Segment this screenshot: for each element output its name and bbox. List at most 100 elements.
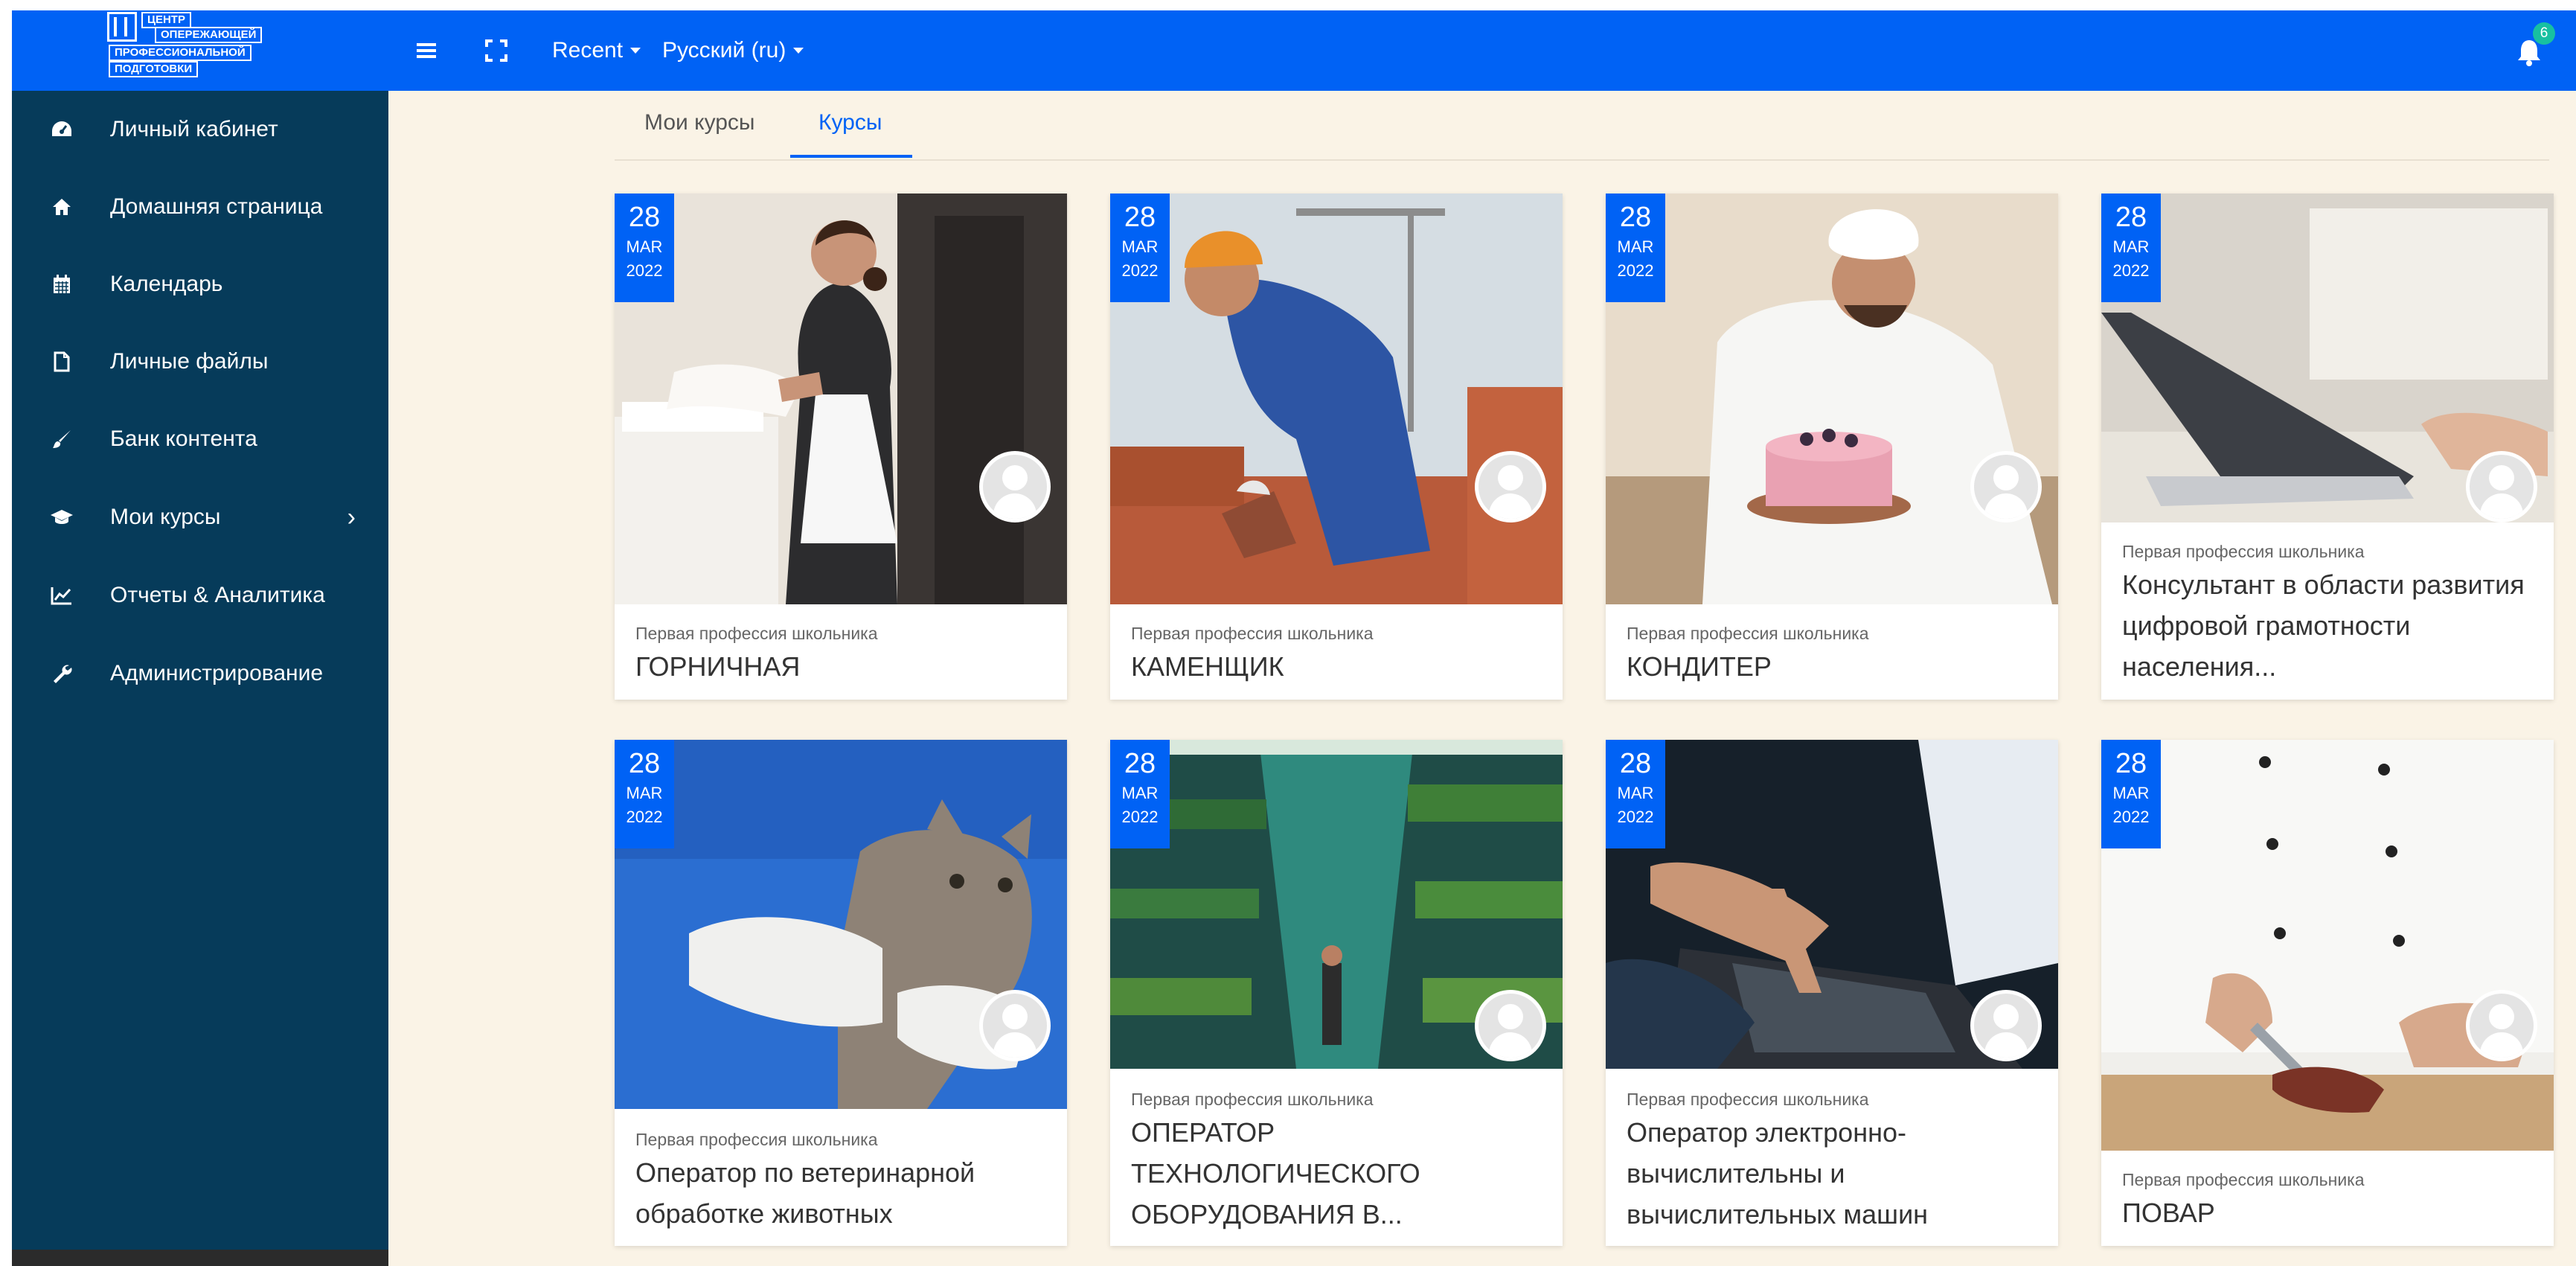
course-category: Первая профессия школьника: [635, 1130, 878, 1149]
tab-my-courses[interactable]: Мои курсы: [644, 110, 754, 135]
date-day: 28: [2115, 748, 2147, 779]
maid-photo[interactable]: [615, 194, 1067, 604]
user-icon: [1993, 1004, 2019, 1029]
course-category: Первая профессия школьника: [635, 624, 878, 643]
date-day: 28: [1124, 748, 1156, 779]
course-title[interactable]: Консультант в области развития цифровой …: [2122, 564, 2539, 687]
date-day: 28: [2115, 202, 2147, 233]
main-content: Мои курсы Курсы 28 MAR 2022 Первая профе…: [388, 91, 2576, 1266]
course-category: Первая профессия школьника: [1131, 624, 1374, 643]
fullscreen-button[interactable]: [485, 30, 518, 71]
course-card[interactable]: 28 MAR 2022 Первая профессия школьника К…: [2101, 194, 2554, 700]
sidebar-item-content-bank[interactable]: Банк контента: [12, 406, 388, 473]
calendar-icon: [49, 272, 74, 297]
course-card[interactable]: 28 MAR 2022 Первая профессия школьника Г…: [615, 194, 1067, 700]
course-card[interactable]: 28 MAR 2022 Первая профессия школьника К…: [1110, 194, 1563, 700]
menu-toggle-button[interactable]: [414, 30, 443, 71]
dashboard-icon: [49, 117, 74, 142]
tab-courses[interactable]: Курсы: [818, 110, 882, 135]
sidebar-item-label: Календарь: [110, 272, 223, 296]
course-title[interactable]: Оператор по ветеринарной обработке живот…: [635, 1152, 1052, 1234]
date-year: 2022: [2112, 261, 2150, 280]
teacher-avatar[interactable]: [979, 451, 1051, 522]
teacher-avatar[interactable]: [1475, 990, 1546, 1061]
teacher-avatar[interactable]: [1475, 451, 1546, 522]
fullscreen-icon: [485, 39, 507, 62]
active-tab-indicator: [790, 155, 912, 158]
wrench-icon: [49, 661, 74, 686]
date-day: 28: [1619, 202, 1652, 233]
course-card[interactable]: 28 MAR 2022 Первая профессия школьника О…: [615, 740, 1067, 1246]
caret-down-icon: [630, 48, 641, 54]
date-year: 2022: [626, 261, 663, 280]
pastry-chef-photo[interactable]: [1606, 194, 2058, 604]
date-badge: 28 MAR 2022: [1606, 740, 1665, 848]
course-title[interactable]: Оператор электронно-вычислительны и вычи…: [1627, 1112, 2043, 1235]
user-icon: [1498, 465, 1523, 490]
date-month: MAR: [1617, 784, 1654, 802]
graduation-cap-icon: [49, 505, 74, 530]
recent-dropdown[interactable]: Recent: [552, 30, 641, 71]
course-tabs: Мои курсы Курсы: [615, 91, 2549, 161]
sidebar-item-my-courses[interactable]: Мои курсы ›: [12, 484, 388, 551]
course-title[interactable]: ОПЕРАТОР ТЕХНОЛОГИЧЕСКОГО ОБОРУДОВАНИЯ В…: [1131, 1112, 1548, 1235]
sidebar-item-home[interactable]: Домашняя страница: [12, 173, 388, 240]
date-day: 28: [1619, 748, 1652, 779]
date-year: 2022: [2112, 808, 2150, 826]
teacher-avatar[interactable]: [1970, 990, 2042, 1061]
user-icon: [2489, 1004, 2514, 1029]
user-icon: [2489, 465, 2514, 490]
sidebar-item-calendar[interactable]: Календарь: [12, 251, 388, 318]
logo-mark-icon: [107, 12, 137, 42]
date-year: 2022: [1121, 261, 1159, 280]
sidebar-item-admin[interactable]: Администрирование: [12, 640, 388, 707]
language-label: Русский (ru): [662, 38, 786, 63]
course-title[interactable]: ГОРНИЧНАЯ: [635, 646, 1052, 687]
course-category: Первая профессия школьника: [2122, 1170, 2365, 1189]
sidebar: Личный кабинет Домашняя страница Календа…: [12, 91, 388, 1266]
chevron-right-icon[interactable]: ›: [347, 503, 356, 532]
course-title[interactable]: ПОВАР: [2122, 1192, 2539, 1233]
course-card[interactable]: 28 MAR 2022 Первая профессия школьника К…: [1606, 194, 2058, 700]
date-badge: 28 MAR 2022: [2101, 194, 2161, 302]
recent-label: Recent: [552, 38, 624, 63]
sidebar-footer: [12, 1250, 388, 1266]
course-card[interactable]: 28 MAR 2022 Первая профессия школьника О…: [1110, 740, 1563, 1246]
course-card[interactable]: 28 MAR 2022 Первая профессия школьника П…: [2101, 740, 2554, 1246]
course-title[interactable]: КАМЕНЩИК: [1131, 646, 1548, 687]
date-day: 28: [1124, 202, 1156, 233]
date-year: 2022: [1121, 808, 1159, 826]
sidebar-item-label: Банк контента: [110, 426, 257, 451]
date-year: 2022: [626, 808, 663, 826]
logo-line: ОПЕРЕЖАЮЩЕЙ: [155, 27, 263, 43]
hamburger-icon: [417, 43, 436, 46]
sidebar-item-dashboard[interactable]: Личный кабинет: [12, 96, 388, 163]
brush-icon: [49, 426, 74, 452]
home-icon: [49, 194, 74, 220]
language-dropdown[interactable]: Русский (ru): [662, 30, 804, 71]
sidebar-item-reports[interactable]: Отчеты & Аналитика: [12, 562, 388, 629]
date-month: MAR: [2112, 784, 2150, 802]
course-category: Первая профессия школьника: [2122, 542, 2365, 561]
teacher-avatar[interactable]: [1970, 451, 2042, 522]
bricklayer-photo[interactable]: [1110, 194, 1563, 604]
caret-down-icon: [793, 48, 804, 54]
date-day: 28: [628, 202, 661, 233]
logo-line: ПОДГОТОВКИ: [109, 61, 199, 77]
teacher-avatar[interactable]: [2466, 451, 2537, 522]
date-year: 2022: [1617, 261, 1654, 280]
date-month: MAR: [626, 237, 663, 256]
course-category: Первая профессия школьника: [1131, 1090, 1374, 1109]
sidebar-item-files[interactable]: Личные файлы: [12, 328, 388, 395]
teacher-avatar[interactable]: [979, 990, 1051, 1061]
course-card[interactable]: 28 MAR 2022 Первая профессия школьника О…: [1606, 740, 2058, 1246]
logo-line: ЦЕНТР: [141, 12, 191, 28]
date-month: MAR: [2112, 237, 2150, 256]
sidebar-item-label: Отчеты & Аналитика: [110, 583, 325, 607]
chef-cutting-photo[interactable]: [2101, 740, 2554, 1151]
date-month: MAR: [1617, 237, 1654, 256]
course-title[interactable]: КОНДИТЕР: [1627, 646, 2043, 687]
teacher-avatar[interactable]: [2466, 990, 2537, 1061]
logo[interactable]: ЦЕНТР ОПЕРЕЖАЮЩЕЙ ПРОФЕССИОНАЛЬНОЙ ПОДГО…: [92, 10, 286, 88]
sidebar-item-label: Личный кабинет: [110, 117, 278, 141]
